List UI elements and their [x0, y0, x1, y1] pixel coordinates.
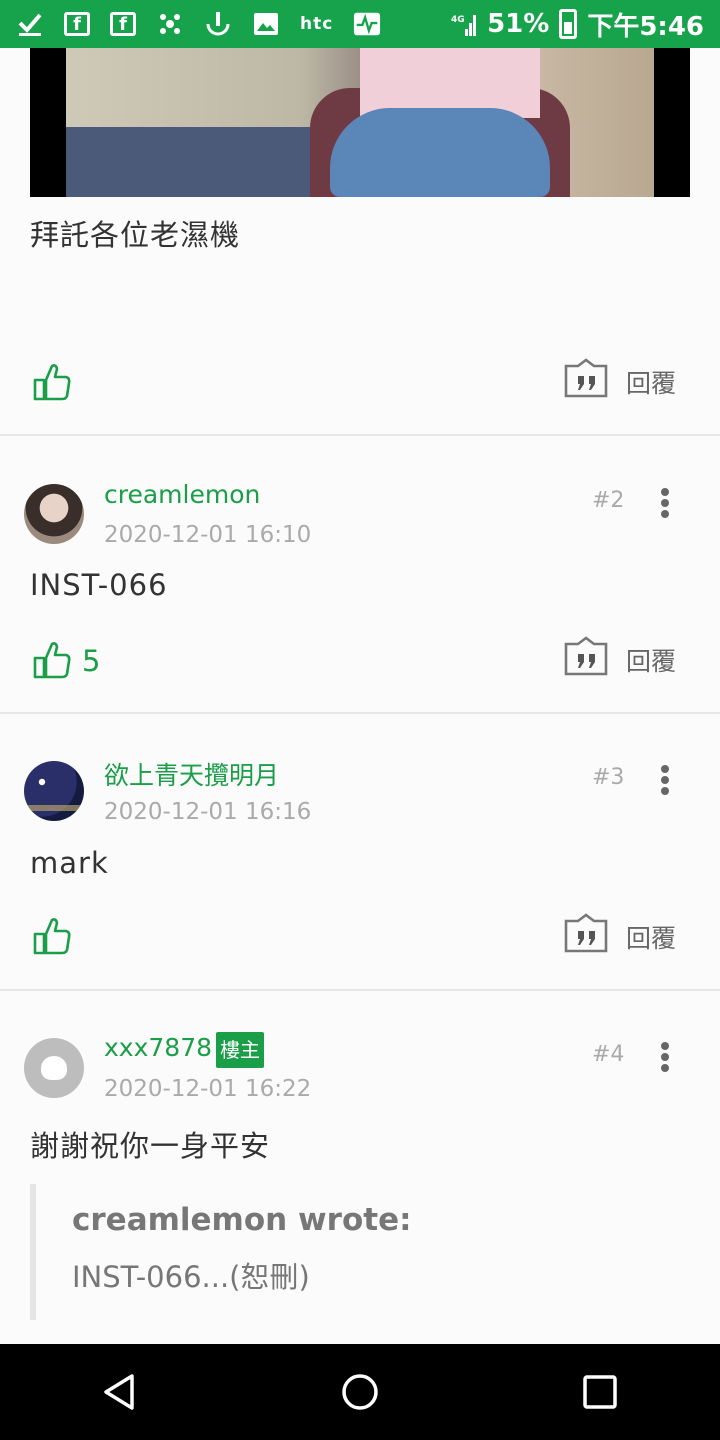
post-body: 謝謝祝你一身平安: [30, 1129, 271, 1163]
quote-reply-icon[interactable]: [564, 636, 608, 676]
floor-number: #4: [592, 1042, 625, 1067]
more-options-icon[interactable]: [658, 765, 672, 795]
activity-icon: [353, 10, 381, 38]
home-icon[interactable]: [330, 1362, 390, 1422]
post-body: mark: [30, 846, 109, 880]
like-count: 5: [82, 644, 101, 678]
reply-button[interactable]: 回覆: [626, 364, 676, 400]
avatar[interactable]: [24, 484, 84, 544]
image-icon: [252, 10, 280, 38]
post-timestamp: 2020-12-01 16:16: [104, 799, 312, 825]
app-icon: [156, 10, 184, 38]
op-badge: 樓主: [216, 1032, 264, 1068]
touch-icon: [204, 10, 232, 38]
status-bar: f f htc 4G 51% 下午5:46: [0, 0, 720, 48]
video-thumbnail[interactable]: [30, 48, 690, 197]
avatar[interactable]: [24, 1038, 84, 1098]
facebook-icon: f: [110, 12, 136, 36]
like-icon[interactable]: [32, 362, 72, 402]
username[interactable]: 欲上青天攬明月: [104, 756, 279, 792]
quote-block: creamlemon wrote: INST-066...(恕刪): [30, 1184, 690, 1320]
svg-text:4G: 4G: [451, 15, 465, 25]
more-options-icon[interactable]: [658, 488, 672, 518]
divider: [0, 989, 720, 991]
like-icon[interactable]: [32, 916, 72, 956]
like-icon[interactable]: [32, 640, 72, 680]
facebook-icon: f: [64, 12, 90, 36]
post-timestamp: 2020-12-01 16:22: [104, 1076, 312, 1102]
username[interactable]: xxx7878: [104, 1033, 212, 1062]
post-timestamp: 2020-12-01 16:10: [104, 522, 312, 548]
floor-number: #2: [592, 488, 625, 513]
avatar[interactable]: [24, 761, 84, 821]
quote-author: creamlemon wrote:: [72, 1202, 412, 1238]
post-body: INST-066: [30, 568, 168, 602]
recents-icon[interactable]: [570, 1362, 630, 1422]
floor-number: #3: [592, 765, 625, 790]
more-options-icon[interactable]: [658, 1042, 672, 1072]
thread-content: 拜託各位老濕機 回覆 creamlemon 2020-12-01 16:10 #…: [0, 48, 720, 1344]
post-body: 拜託各位老濕機: [30, 218, 241, 252]
reply-button[interactable]: 回覆: [626, 919, 676, 955]
back-icon[interactable]: [90, 1362, 150, 1422]
username[interactable]: creamlemon: [104, 480, 260, 509]
check-icon: [16, 10, 44, 38]
signal-icon: 4G: [451, 15, 477, 36]
divider: [0, 434, 720, 436]
quote-text: INST-066...(恕刪): [72, 1260, 310, 1294]
clock: 下午5:46: [587, 11, 704, 42]
divider: [0, 712, 720, 714]
quote-reply-icon[interactable]: [564, 358, 608, 398]
system-nav-bar: [0, 1344, 720, 1440]
reply-button[interactable]: 回覆: [626, 642, 676, 678]
battery-icon: [559, 9, 578, 39]
htc-icon: htc: [300, 14, 334, 34]
battery-percent: 51%: [487, 9, 550, 39]
quote-reply-icon[interactable]: [564, 913, 608, 953]
